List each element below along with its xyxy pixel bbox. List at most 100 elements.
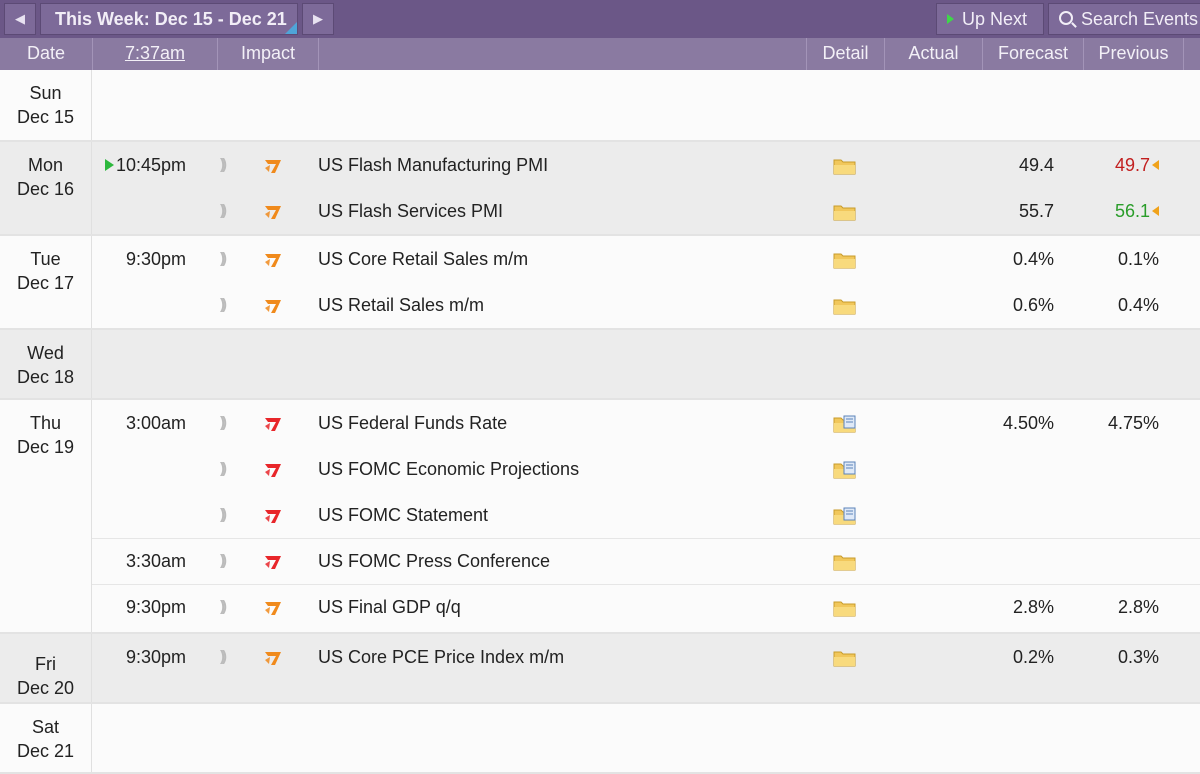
header-forecast: Forecast: [983, 38, 1084, 70]
week-label: This Week: Dec 15 - Dec 21: [55, 9, 287, 29]
folder-document-icon[interactable]: [833, 507, 856, 525]
event-forecast: 0.2%: [1012, 647, 1054, 667]
event-row[interactable]: )) US Retail Sales m/m 0.6% 0.4%: [92, 282, 1200, 328]
folder-icon[interactable]: [833, 297, 856, 315]
event-forecast: 49.4: [1018, 155, 1054, 175]
day-of-week: Thu: [29, 413, 62, 433]
sound-alert-icon[interactable]: )): [220, 538, 227, 584]
next-week-button[interactable]: ▶: [302, 3, 334, 35]
calendar-toolbar: ◀ This Week: Dec 15 - Dec 21 ▶ Up Next S…: [0, 0, 1200, 38]
event-title[interactable]: US Flash Manufacturing PMI: [318, 142, 548, 188]
event-previous: 56.1: [1092, 188, 1159, 234]
folder-icon[interactable]: [833, 203, 856, 221]
folder-icon[interactable]: [833, 553, 856, 571]
day-of-week: Sat: [31, 717, 60, 737]
day-of-week: Sun: [29, 83, 62, 103]
sound-alert-icon[interactable]: )): [220, 492, 227, 538]
folder-icon[interactable]: [833, 251, 856, 269]
day-date: Dec 19: [16, 437, 75, 457]
day-date-cell: Fri Dec 20: [0, 634, 92, 702]
high-impact-icon: [262, 460, 284, 478]
event-row[interactable]: 9:30pm)) US Final GDP q/q 2.8% 2.8%: [92, 584, 1200, 630]
day-date: Dec 20: [16, 678, 75, 698]
header-impact: Impact: [218, 38, 319, 70]
event-title[interactable]: US Flash Services PMI: [318, 188, 503, 234]
event-previous: 0.1%: [1117, 249, 1159, 269]
event-forecast: 0.6%: [1012, 295, 1054, 315]
header-previous: Previous: [1084, 38, 1184, 70]
day-group: Thu Dec 19 3:00am)) US Federal Funds Rate 4.…: [0, 400, 1200, 634]
event-title[interactable]: US FOMC Press Conference: [318, 538, 550, 584]
event-forecast: 55.7: [1018, 201, 1054, 221]
event-title[interactable]: US Final GDP q/q: [318, 584, 461, 630]
event-row[interactable]: )) US Flash Services PMI 55.7 56.1: [92, 188, 1200, 234]
folder-document-icon[interactable]: [833, 415, 856, 433]
event-row[interactable]: 3:00am)) US Federal Funds Rate 4.50% 4.75%: [92, 400, 1200, 446]
event-title[interactable]: US FOMC Statement: [318, 492, 488, 538]
previous-week-button[interactable]: ◀: [4, 3, 36, 35]
sound-alert-icon[interactable]: )): [220, 142, 227, 188]
header-actual: Actual: [885, 38, 983, 70]
event-forecast: 2.8%: [1012, 597, 1054, 617]
week-selector[interactable]: This Week: Dec 15 - Dec 21: [40, 3, 298, 35]
day-group: Sun Dec 15: [0, 70, 1200, 142]
event-previous: 2.8%: [1117, 597, 1159, 617]
day-date-cell: Sat Dec 21: [0, 704, 92, 772]
sound-alert-icon[interactable]: )): [220, 446, 227, 492]
folder-icon[interactable]: [833, 157, 856, 175]
sound-alert-icon[interactable]: )): [220, 584, 227, 630]
right-arrow-icon: ▶: [313, 11, 323, 26]
event-row[interactable]: 9:30pm)) US Core Retail Sales m/m 0.4% 0.1%: [92, 236, 1200, 282]
medium-impact-icon: [262, 296, 284, 314]
event-row[interactable]: )) US FOMC Economic Projections: [92, 446, 1200, 492]
event-row[interactable]: 9:30pm)) US Core PCE Price Index m/m 0.2% 0…: [92, 634, 1200, 680]
sound-alert-icon[interactable]: )): [220, 188, 227, 234]
day-of-week: Fri: [35, 654, 56, 674]
day-of-week: Mon: [27, 155, 63, 175]
up-next-button[interactable]: Up Next: [936, 3, 1044, 35]
folder-document-icon[interactable]: [833, 461, 856, 479]
event-time: 3:00am: [125, 413, 186, 433]
search-events-button[interactable]: Search Events: [1048, 3, 1200, 35]
event-title[interactable]: US FOMC Economic Projections: [318, 446, 579, 492]
event-previous: 0.4%: [1117, 295, 1159, 315]
search-label: Search Events: [1081, 9, 1199, 29]
medium-impact-icon: [262, 250, 284, 268]
event-time: 9:30pm: [125, 597, 186, 617]
medium-impact-icon: [262, 648, 284, 666]
corner-indicator-icon: [285, 22, 297, 34]
event-row[interactable]: 10:45pm)) US Flash Manufacturing PMI 49.4 4…: [92, 142, 1200, 188]
day-of-week: Tue: [30, 249, 61, 269]
event-time: 9:30pm: [125, 647, 186, 667]
event-title[interactable]: US Core PCE Price Index m/m: [318, 634, 564, 680]
revised-indicator-icon[interactable]: [1152, 160, 1159, 170]
folder-icon[interactable]: [833, 649, 856, 667]
folder-icon[interactable]: [833, 599, 856, 617]
day-date: Dec 16: [16, 179, 75, 199]
day-group: Sat Dec 21: [0, 704, 1200, 774]
revised-indicator-icon[interactable]: [1152, 206, 1159, 216]
day-date-cell: Mon Dec 16: [0, 142, 92, 234]
day-date: Dec 15: [16, 107, 75, 127]
header-detail: Detail: [807, 38, 885, 70]
day-group: Mon Dec 16 10:45pm)) US Flash Manufacturing…: [0, 142, 1200, 236]
sound-alert-icon[interactable]: )): [220, 236, 227, 282]
day-date-cell: Sun Dec 15: [0, 70, 92, 140]
next-event-marker-icon: [104, 159, 114, 171]
event-previous: 0.3%: [1117, 647, 1159, 667]
event-title[interactable]: US Retail Sales m/m: [318, 282, 484, 328]
left-arrow-icon: ◀: [15, 11, 25, 26]
header-time[interactable]: 7:37am: [93, 38, 218, 70]
day-of-week: Wed: [27, 343, 64, 363]
sound-alert-icon[interactable]: )): [220, 282, 227, 328]
event-row[interactable]: 3:30am)) US FOMC Press Conference: [92, 538, 1200, 584]
event-title[interactable]: US Core Retail Sales m/m: [318, 236, 528, 282]
event-title[interactable]: US Federal Funds Rate: [318, 400, 507, 446]
sound-alert-icon[interactable]: )): [220, 634, 227, 680]
event-previous: 49.7: [1092, 142, 1159, 188]
event-time: 9:30pm: [125, 249, 186, 269]
event-row[interactable]: )) US FOMC Statement: [92, 492, 1200, 538]
sound-alert-icon[interactable]: )): [220, 400, 227, 446]
day-date: Dec 17: [16, 273, 75, 293]
day-date-cell: Thu Dec 19: [0, 400, 92, 632]
